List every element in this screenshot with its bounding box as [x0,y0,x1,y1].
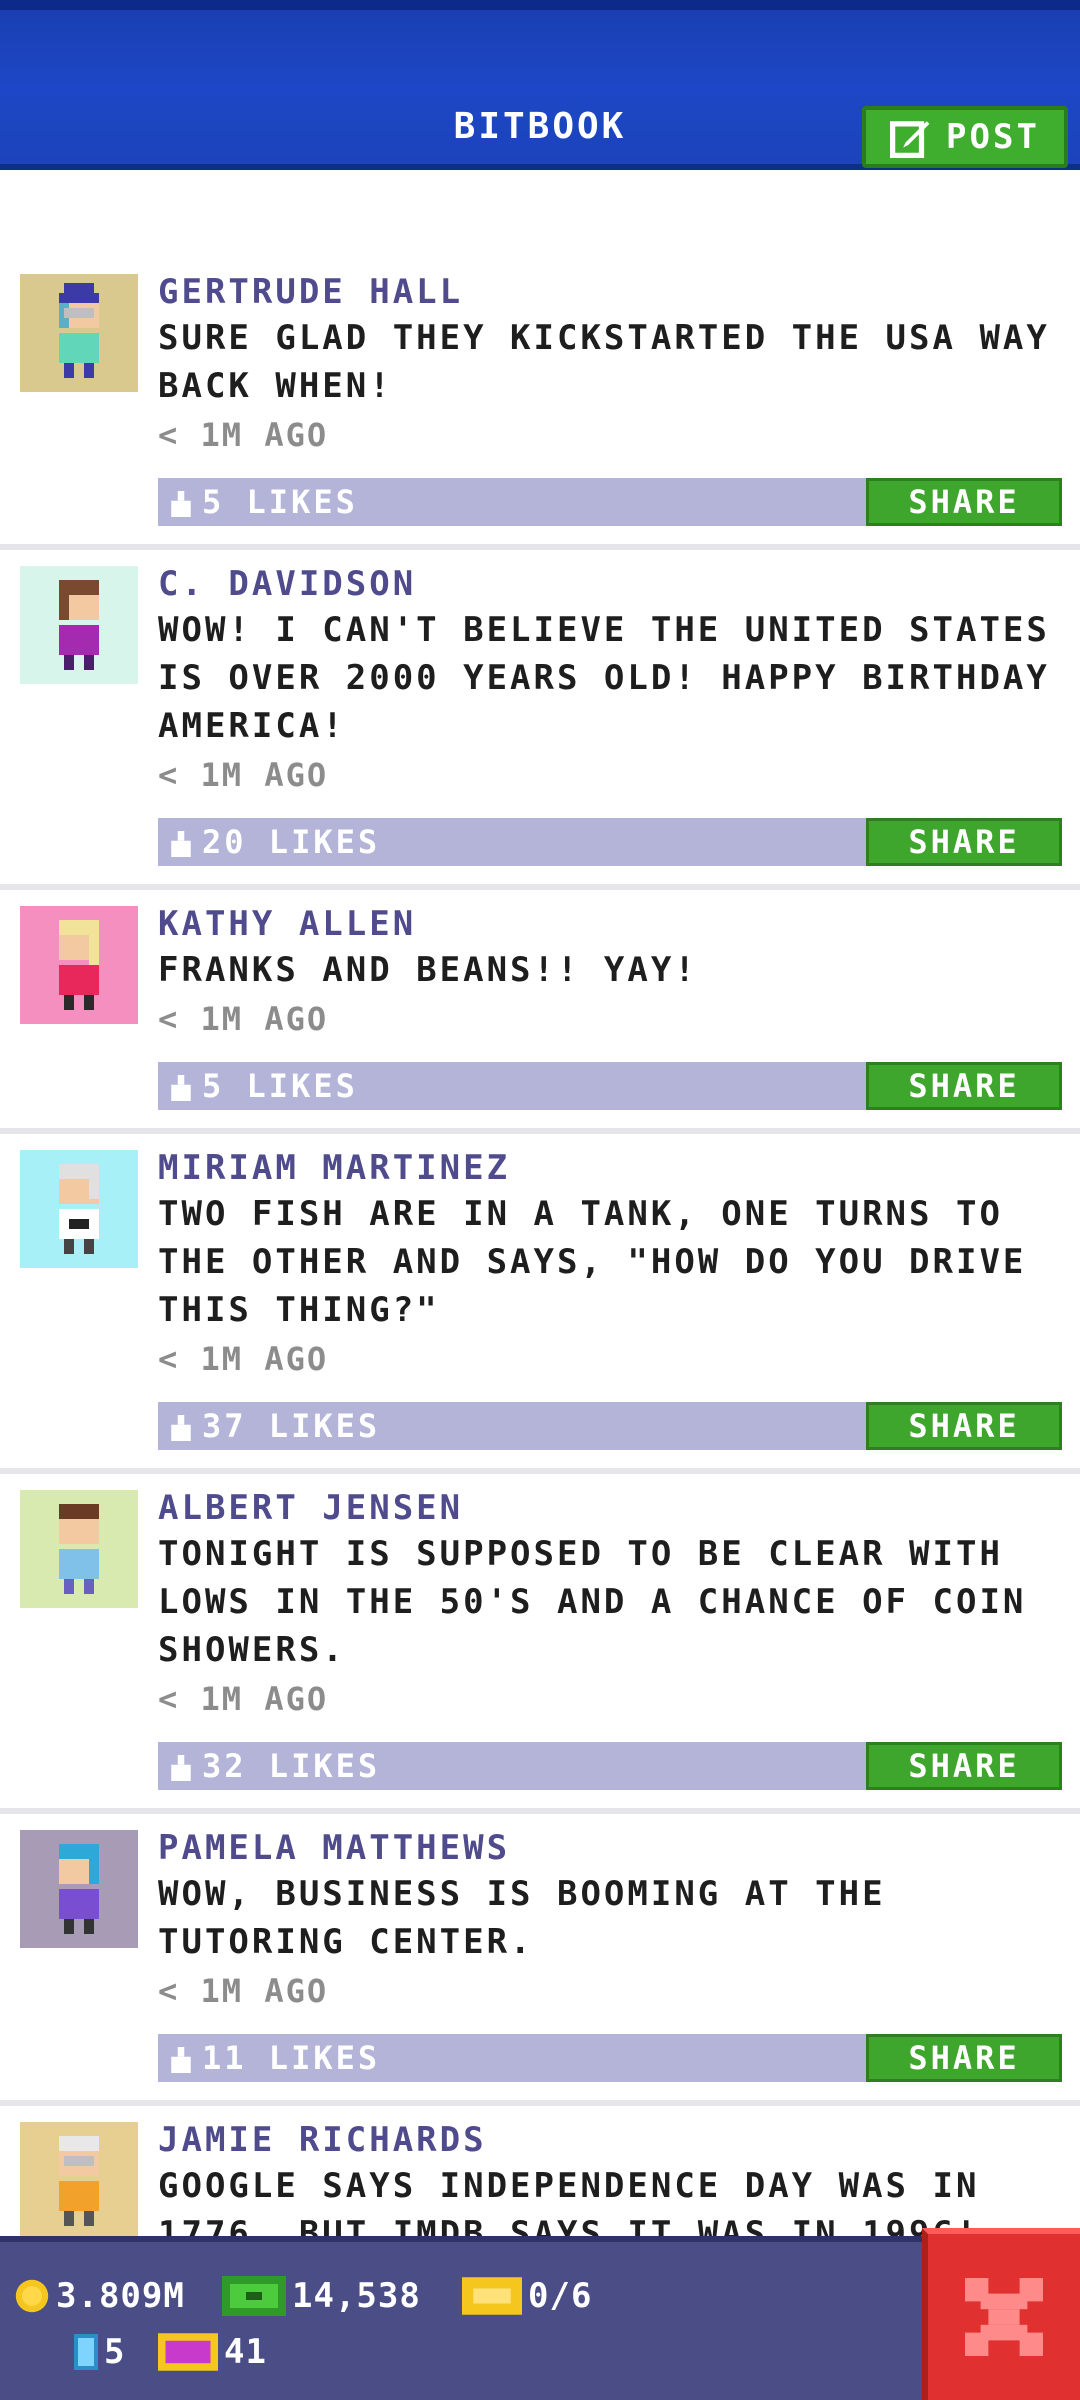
post-action-bar: 37 LIKES SHARE [158,1402,1062,1450]
app-header: BITBOOK POST [0,0,1080,170]
post-text: TONIGHT IS SUPPOSED TO BE CLEAR WITH LOW… [158,1534,1027,1670]
elevator-value: 5 [104,2332,126,2372]
post-time: < 1M AGO [158,1340,329,1378]
avatar-figure [59,580,99,670]
status-bar: 3.809M 14,538 0/6 5 41 [0,2236,1080,2400]
avatar[interactable] [20,2122,138,2240]
feed-post: KATHY ALLEN FRANKS AND BEANS!! YAY! < 1M… [0,890,1080,1134]
avatar-figure [59,2136,99,2226]
post-author[interactable]: PAMELA MATTHEWS [158,1826,1056,1870]
post-time: < 1M AGO [158,1000,329,1038]
thumb-up-icon [171,491,191,517]
avatar-figure [59,1164,99,1254]
coins-stat[interactable]: 3.809M [14,2276,185,2316]
avatar-figure [59,920,99,1010]
like-button[interactable]: 5 LIKES [168,478,358,526]
share-button[interactable]: SHARE [866,1402,1062,1450]
post-author[interactable]: ALBERT JENSEN [158,1486,1056,1530]
post-author[interactable]: MIRIAM MARTINEZ [158,1146,1056,1190]
share-button[interactable]: SHARE [866,478,1062,526]
feed-post: C. DAVIDSON WOW! I CAN'T BELIEVE THE UNI… [0,550,1080,890]
post-action-bar: 20 LIKES SHARE [158,818,1062,866]
like-button[interactable]: 5 LIKES [168,1062,358,1110]
avatar-figure [59,1844,99,1934]
like-button[interactable]: 11 LIKES [168,2034,380,2082]
thumb-up-icon [171,2047,191,2073]
feed-list[interactable]: GERTRUDE HALL SURE GLAD THEY KICKSTARTED… [0,258,1080,2264]
share-button[interactable]: SHARE [866,818,1062,866]
tickets-stat[interactable]: 0/6 [462,2276,592,2316]
vip-stat[interactable]: 41 [158,2332,267,2372]
post-action-bar: 32 LIKES SHARE [158,1742,1062,1790]
likes-count: 5 LIKES [202,483,358,521]
edit-icon [890,121,930,158]
avatar[interactable] [20,906,138,1024]
post-author[interactable]: GERTRUDE HALL [158,270,1056,314]
thumb-up-icon [171,831,191,857]
post-time: < 1M AGO [158,756,329,794]
post-author[interactable]: KATHY ALLEN [158,902,1056,946]
post-action-bar: 5 LIKES SHARE [158,1062,1062,1110]
post-text: WOW, BUSINESS IS BOOMING AT THE TUTORING… [158,1874,886,1962]
likes-count: 37 LIKES [202,1407,381,1445]
post-action-bar: 5 LIKES SHARE [158,478,1062,526]
coin-icon [15,2279,49,2313]
thumb-up-icon [171,1075,191,1101]
avatar[interactable] [20,274,138,392]
thumb-up-icon [171,1415,191,1441]
avatar[interactable] [20,1830,138,1948]
vip-icon [158,2333,218,2371]
share-button[interactable]: SHARE [866,1062,1062,1110]
post-text: TWO FISH ARE IN A TANK, ONE TURNS TO THE… [158,1194,1027,1330]
feed-post: ALBERT JENSEN TONIGHT IS SUPPOSED TO BE … [0,1474,1080,1814]
bux-stat[interactable]: 14,538 [222,2276,421,2316]
elevator-stat[interactable]: 5 [74,2332,125,2372]
like-button[interactable]: 37 LIKES [168,1402,380,1450]
avatar[interactable] [20,1150,138,1268]
likes-count: 32 LIKES [202,1747,381,1785]
post-author[interactable]: JAMIE RICHARDS [158,2118,1056,2162]
ticket-icon [462,2277,522,2315]
like-button[interactable]: 20 LIKES [168,818,380,866]
avatar[interactable] [20,1490,138,1608]
feed-post: GERTRUDE HALL SURE GLAD THEY KICKSTARTED… [0,258,1080,550]
bux-value: 14,538 [292,2276,421,2316]
post-author[interactable]: C. DAVIDSON [158,562,1056,606]
post-button[interactable]: POST [862,106,1068,168]
feed-post: PAMELA MATTHEWS WOW, BUSINESS IS BOOMING… [0,1814,1080,2106]
coins-value: 3.809M [56,2276,185,2316]
share-button[interactable]: SHARE [866,1742,1062,1790]
post-button-label: POST [946,117,1040,157]
thumb-up-icon [171,1755,191,1781]
avatar-figure [59,283,99,378]
bux-icon [222,2276,286,2316]
post-time: < 1M AGO [158,1680,329,1718]
likes-count: 20 LIKES [202,823,381,861]
post-text: SURE GLAD THEY KICKSTARTED THE USA WAY B… [158,318,1050,406]
likes-count: 5 LIKES [202,1067,358,1105]
close-icon [965,2278,1043,2356]
tickets-value: 0/6 [528,2276,593,2316]
post-time: < 1M AGO [158,416,329,454]
post-action-bar: 11 LIKES SHARE [158,2034,1062,2082]
elevator-icon [74,2334,98,2370]
feed-post: MIRIAM MARTINEZ TWO FISH ARE IN A TANK, … [0,1134,1080,1474]
post-time: < 1M AGO [158,1972,329,2010]
like-button[interactable]: 32 LIKES [168,1742,380,1790]
avatar[interactable] [20,566,138,684]
vip-value: 41 [224,2332,267,2372]
likes-count: 11 LIKES [202,2039,381,2077]
avatar-figure [59,1504,99,1594]
close-button[interactable] [922,2228,1080,2400]
post-text: FRANKS AND BEANS!! YAY! [158,950,698,990]
share-button[interactable]: SHARE [866,2034,1062,2082]
post-text: WOW! I CAN'T BELIEVE THE UNITED STATES I… [158,610,1050,746]
